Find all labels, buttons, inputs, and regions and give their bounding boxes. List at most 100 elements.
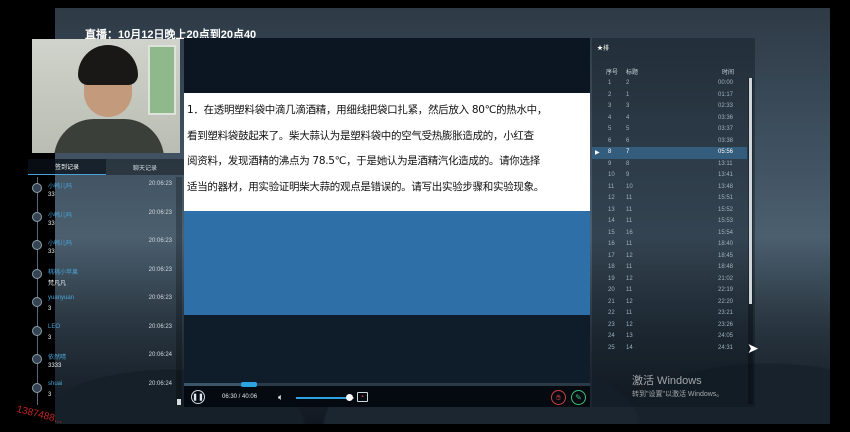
pause-button[interactable]: ❚❚ — [191, 390, 205, 404]
chapter-seq: 3 — [608, 103, 612, 109]
volume-fill — [296, 397, 350, 399]
chapter-row[interactable]: 1 2 00:00 — [592, 78, 747, 90]
pen-icon[interactable]: ✎ — [571, 390, 586, 405]
windows-activation-watermark: 激活 Windows 转到"设置"以激活 Windows。 — [632, 372, 723, 399]
checkin-time: 20:06:23 — [148, 181, 172, 187]
chapter-row[interactable]: 10 9 13:41 — [592, 170, 747, 182]
chapter-row[interactable]: 11 10 13:48 — [592, 182, 747, 194]
chapter-label: 12 — [626, 275, 633, 282]
chapter-seq: 24 — [608, 333, 615, 339]
checkin-list-scrollbar[interactable] — [176, 177, 182, 405]
chapter-label: 11 — [626, 218, 633, 224]
time-readout: 06:30 / 40:06 — [222, 394, 258, 400]
chapter-row[interactable]: 13 11 15:52 — [592, 205, 747, 217]
checkin-user-name[interactable]: 依然晴 — [48, 352, 66, 361]
checkin-user-name[interactable]: 桃桃小苹果 — [48, 267, 78, 276]
webcam-background-window — [148, 45, 176, 115]
chapter-row[interactable]: 2 1 01:17 — [592, 90, 747, 102]
left-panel: 签到记录 聊天记录 小韩儿吗 20:06:23 33 小韩儿吗 20:06:23 33 小韩… — [28, 37, 184, 407]
checkin-user-name[interactable]: yuanyuan — [48, 295, 74, 301]
chapter-row[interactable]: 16 11 18:40 — [592, 239, 747, 251]
progress-track[interactable] — [184, 382, 590, 387]
user-avatar — [32, 183, 42, 193]
chapter-row[interactable]: 9 8 13:11 — [592, 159, 747, 171]
chapter-label: 4 — [626, 114, 630, 121]
chapter-row[interactable]: 24 13 24:05 — [592, 331, 747, 343]
checkin-item: 桃桃小苹果 20:06:23 梵凡凡 — [28, 262, 176, 291]
chapter-seq: 25 — [608, 344, 615, 351]
checkin-user-name[interactable]: shuai — [48, 381, 62, 387]
chapter-seq: 22 — [608, 310, 615, 316]
volume-icon[interactable]: 🔈︎ — [278, 392, 283, 403]
chapter-row[interactable]: 20 11 22:19 — [592, 285, 747, 297]
volume-handle[interactable] — [346, 394, 354, 401]
chapter-label: 11 — [626, 287, 633, 293]
chapter-row[interactable]: 5 5 03:37 — [592, 124, 747, 136]
chapter-row[interactable]: 23 12 23:26 — [592, 320, 747, 332]
chapter-row[interactable]: 4 4 03:36 — [592, 113, 747, 125]
chapter-row[interactable]: 21 12 22:20 — [592, 297, 747, 309]
user-avatar — [32, 325, 42, 336]
tab-chat-records[interactable]: 聊天记录 — [106, 159, 184, 175]
checkin-user-name[interactable]: 小韩儿吗 — [48, 181, 72, 190]
chapter-time: 03:36 — [718, 114, 734, 121]
checkin-time: 20:06:24 — [148, 380, 172, 387]
chapter-row[interactable]: 18 11 18:48 — [592, 262, 747, 274]
left-tab-bar: 签到记录 聊天记录 — [28, 159, 184, 175]
chapter-row[interactable]: 19 12 21:02 — [592, 274, 747, 286]
chapter-label: 6 — [626, 137, 630, 144]
chapter-seq: 13 — [608, 206, 615, 213]
chapter-seq: 23 — [608, 321, 615, 328]
chapter-time: 18:48 — [718, 264, 734, 270]
chapter-seq: 4 — [608, 114, 612, 121]
scrollbar-thumb[interactable] — [749, 78, 752, 304]
chapter-label: 9 — [626, 172, 630, 178]
chapter-row[interactable]: 15 16 15:54 — [592, 228, 747, 240]
chapter-label: 16 — [626, 229, 633, 236]
raise-hand-icon[interactable]: ✋︎ — [551, 390, 566, 405]
chapter-time: 18:45 — [718, 252, 734, 259]
chapter-label: 11 — [626, 206, 633, 213]
chapter-time: 23:26 — [718, 321, 734, 328]
question-line: 适当的器材，用实验证明柴大蒜的观点是错误的。请写出实验步骤和实验现象。 — [187, 180, 544, 193]
screenshot-icon[interactable]: ▪ — [357, 392, 368, 402]
chapter-row[interactable]: 3 3 02:33 — [592, 101, 747, 113]
main-blue-area — [184, 211, 590, 315]
tab-checkin-records[interactable]: 签到记录 — [28, 159, 106, 175]
scrollbar-thumb[interactable] — [177, 399, 181, 405]
progress-handle[interactable] — [240, 382, 257, 387]
chapter-row[interactable]: 14 11 15:53 — [592, 216, 747, 228]
chapter-time: 24:05 — [718, 333, 734, 339]
chapter-row[interactable]: 25 14 24:31 — [592, 343, 747, 355]
chapter-row[interactable]: ▶ 8 7 05:56 — [592, 147, 747, 159]
chapter-label: 10 — [626, 183, 633, 190]
volume-slider[interactable] — [296, 394, 354, 401]
checkin-user-name[interactable]: 小韩儿吗 — [48, 210, 72, 219]
chapter-seq: 19 — [608, 275, 615, 282]
chapter-row[interactable]: 22 11 23:21 — [592, 308, 747, 320]
chapter-label: 11 — [626, 264, 633, 270]
chapter-time: 24:31 — [718, 344, 734, 351]
column-label: 标题 — [626, 70, 639, 76]
chapter-time: 13:48 — [718, 183, 734, 190]
user-avatar — [32, 382, 42, 393]
chapter-label: 7 — [626, 149, 630, 155]
main-content-area: 1．在透明塑料袋中滴几滴酒精，用细线把袋口扎紧，然后放入 80℃的热水中， 看到… — [184, 38, 590, 383]
chapter-seq: 12 — [608, 195, 615, 201]
chapter-row[interactable]: 12 11 15:51 — [592, 193, 747, 205]
chapter-label: 11 — [626, 241, 633, 247]
chapter-row[interactable]: 6 6 03:38 — [592, 136, 747, 148]
checkin-user-name[interactable]: LEO — [48, 324, 60, 330]
chapter-row[interactable]: 17 12 18:45 — [592, 251, 747, 263]
chapter-seq: 6 — [608, 137, 612, 144]
windows-activate-title: 激活 Windows — [632, 375, 702, 387]
checkin-value: 3333 — [48, 363, 62, 369]
chapter-label: 11 — [626, 310, 633, 316]
webcam-person-body — [54, 119, 164, 153]
right-panel-header: ★排 — [597, 46, 610, 52]
checkin-user-name[interactable]: 小韩儿吗 — [48, 238, 72, 247]
chapter-time: 15:53 — [718, 218, 734, 224]
checkin-item: yuanyuan 20:06:23 3 — [28, 291, 176, 320]
checkin-time: 20:06:23 — [148, 266, 172, 273]
checkin-value: 3 — [48, 306, 52, 312]
